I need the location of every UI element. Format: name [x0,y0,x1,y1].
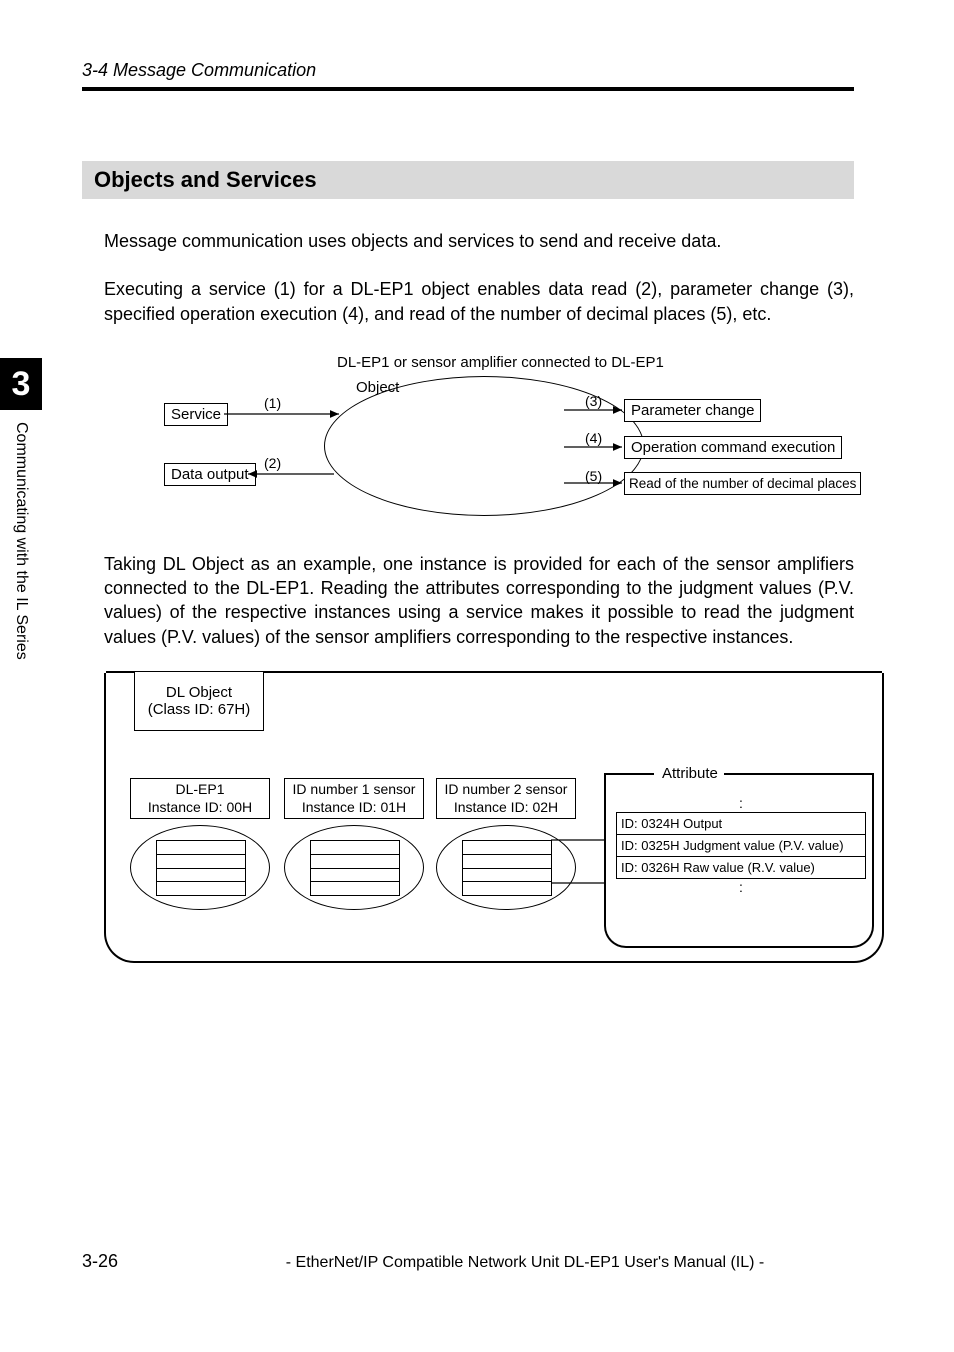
instance-00h-table [156,841,246,896]
attribute-dots-top: : [616,795,866,813]
instance-02h: ID number 2 sensor Instance ID: 02H [436,778,576,910]
attr-border-left [606,773,654,775]
attribute-panel: Attribute : ID: 0324H Output ID: 0325H J… [604,773,874,948]
class-border-left [106,671,134,673]
footer-title: - EtherNet/IP Compatible Network Unit DL… [168,1254,882,1272]
subsection-heading: Objects and Services [82,161,854,199]
paragraph-2: Executing a service (1) for a DL-EP1 obj… [104,277,854,326]
diagram-dl-object: DL Object (Class ID: 67H) DL-EP1 Instanc… [104,673,884,963]
instance-01h-id: Instance ID: 01H [285,799,423,817]
instance-00h-oval [130,825,270,910]
instance-02h-name: ID number 2 sensor [437,781,575,799]
marker-4: (4) [585,430,602,446]
attr-row-judgment: ID: 0325H Judgment value (P.V. value) [616,834,866,857]
diagram1-caption: DL-EP1 or sensor amplifier connected to … [337,354,664,371]
object-label: Object [356,379,399,396]
instance-00h-name: DL-EP1 [131,781,269,799]
attr-row-output: ID: 0324H Output [616,812,866,835]
side-tab: 3 Communicating with the IL Series [0,358,42,660]
parameter-change-box: Parameter change [624,399,761,422]
diagram-object-services: DL-EP1 or sensor amplifier connected to … [164,346,884,534]
data-output-box: Data output [164,463,256,486]
read-decimal-box: Read of the number of decimal places [624,472,861,495]
attribute-title: Attribute [658,765,722,782]
instance-01h: ID number 1 sensor Instance ID: 01H [284,778,424,910]
operation-command-box: Operation command execution [624,436,842,459]
header-rule [82,87,854,91]
instance-01h-title: ID number 1 sensor Instance ID: 01H [284,778,424,819]
instance-02h-table [462,841,552,896]
instance-00h: DL-EP1 Instance ID: 00H [130,778,270,910]
attribute-list: : ID: 0324H Output ID: 0325H Judgment va… [616,795,866,897]
class-id: (Class ID: 67H) [135,701,263,718]
instance-02h-oval [436,825,576,910]
instance-00h-id: Instance ID: 00H [131,799,269,817]
class-name: DL Object [135,684,263,701]
instance-01h-table [310,841,400,896]
paragraph-3: Taking DL Object as an example, one inst… [104,552,854,649]
attr-row-raw: ID: 0326H Raw value (R.V. value) [616,856,866,879]
instance-01h-name: ID number 1 sensor [285,781,423,799]
page-number: 3-26 [82,1251,118,1272]
instance-01h-oval [284,825,424,910]
dl-object-class-box: DL Object (Class ID: 67H) [134,671,264,731]
marker-1: (1) [264,395,281,411]
instance-02h-title: ID number 2 sensor Instance ID: 02H [436,778,576,819]
chapter-number-tab: 3 [0,358,42,410]
instance-00h-title: DL-EP1 Instance ID: 00H [130,778,270,819]
service-box: Service [164,403,228,426]
attr-border-right [724,773,872,775]
page-footer: 3-26 - EtherNet/IP Compatible Network Un… [82,1251,882,1272]
class-border-right [264,671,882,673]
running-header: 3-4 Message Communication [82,60,874,81]
page: 3-4 Message Communication 3 Communicatin… [0,0,954,1352]
marker-2: (2) [264,455,281,471]
chapter-title-vertical: Communicating with the IL Series [0,410,30,660]
attribute-dots-bottom: : [616,879,866,897]
instance-02h-id: Instance ID: 02H [437,799,575,817]
paragraph-1: Message communication uses objects and s… [104,229,854,253]
marker-3: (3) [585,393,602,409]
marker-5: (5) [585,468,602,484]
